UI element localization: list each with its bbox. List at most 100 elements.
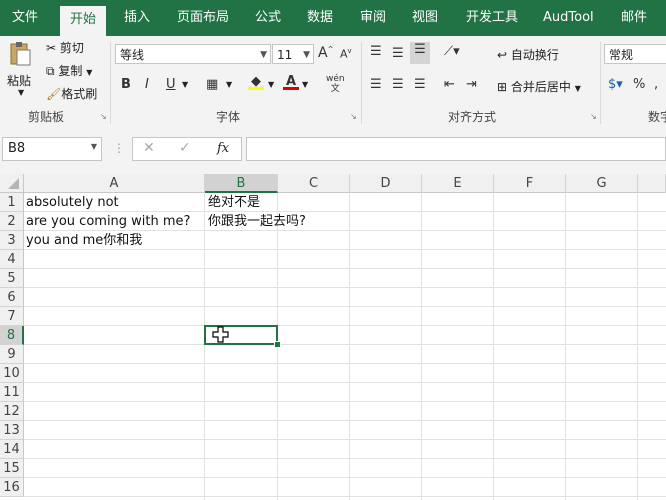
name-box[interactable]: B8 ▼ <box>2 137 102 161</box>
chevron-down-icon[interactable]: ▼ <box>91 142 97 151</box>
row-header-10[interactable]: 10 <box>0 364 24 383</box>
tab-file[interactable]: 文件 <box>12 0 38 36</box>
copy-button[interactable]: ⧉ 复制 ▼ <box>46 62 92 79</box>
tab-data[interactable]: 数据 <box>307 0 333 36</box>
tab-home[interactable]: 开始 <box>60 6 107 36</box>
fill-handle[interactable] <box>274 341 281 348</box>
row-header-7[interactable]: 7 <box>0 307 24 326</box>
align-middle-icon[interactable]: ☰ <box>392 46 404 61</box>
row-header-14[interactable]: 14 <box>0 440 24 459</box>
gridline <box>24 382 666 383</box>
select-all-button[interactable] <box>0 174 24 193</box>
font-name-combo[interactable]: 等线 ▼ <box>115 44 271 64</box>
tab-page-layout[interactable]: 页面布局 <box>177 0 229 36</box>
align-right-icon[interactable]: ☰ <box>414 77 426 92</box>
group-divider <box>600 42 601 124</box>
tab-mailings[interactable]: 邮件 <box>621 0 647 36</box>
gridline <box>24 439 666 440</box>
gridline <box>24 401 666 402</box>
gridline <box>24 496 666 497</box>
grow-font-button[interactable]: A^ <box>318 45 333 61</box>
clipboard-launcher-icon[interactable]: ↘ <box>100 112 107 121</box>
column-header-c[interactable]: C <box>278 174 350 193</box>
decrease-indent-icon[interactable]: ⇤ <box>444 77 455 92</box>
borders-icon[interactable]: ▦ <box>206 77 218 92</box>
column-header-a[interactable]: A <box>24 174 205 193</box>
enter-icon[interactable]: ✓ <box>179 140 191 156</box>
phonetic-guide-button[interactable]: wén 文 <box>326 74 345 94</box>
number-format-combo[interactable]: 常规 <box>604 44 666 64</box>
gridline <box>493 193 494 500</box>
row-header-15[interactable]: 15 <box>0 459 24 478</box>
column-header-h[interactable] <box>638 174 666 193</box>
alignment-launcher-icon[interactable]: ↘ <box>590 112 597 121</box>
font-size-combo[interactable]: 11 ▼ <box>272 44 314 64</box>
row-header-6[interactable]: 6 <box>0 288 24 307</box>
underline-dropdown-icon[interactable]: ▼ <box>182 80 188 89</box>
italic-button[interactable]: I <box>145 77 149 92</box>
cell-a3[interactable]: you and me你和我 <box>24 231 142 250</box>
merge-center-button[interactable]: ⊞ 合并后居中 ▼ <box>497 78 581 95</box>
cell-a1[interactable]: absolutely not <box>24 193 119 212</box>
align-bottom-icon[interactable]: ☰ <box>410 42 430 64</box>
paste-dropdown-icon[interactable]: ▼ <box>18 88 24 97</box>
fill-color-icon[interactable]: ◆ <box>248 74 264 90</box>
percent-button[interactable]: % <box>633 77 645 92</box>
column-header-b[interactable]: B <box>205 174 278 193</box>
tab-formulas[interactable]: 公式 <box>255 0 281 36</box>
cell-a2[interactable]: are you coming with me? <box>24 212 190 231</box>
fill-color-dropdown-icon[interactable]: ▼ <box>268 80 274 89</box>
tab-developer[interactable]: 开发工具 <box>466 0 518 36</box>
align-center-icon[interactable]: ☰ <box>392 77 404 92</box>
insert-function-button[interactable]: fx <box>217 141 229 156</box>
shrink-font-button[interactable]: Av <box>340 47 352 61</box>
font-launcher-icon[interactable]: ↘ <box>350 112 357 121</box>
comma-style-icon[interactable]: , <box>654 77 658 92</box>
row-header-9[interactable]: 9 <box>0 345 24 364</box>
borders-dropdown-icon[interactable]: ▼ <box>226 80 232 89</box>
column-header-e[interactable]: E <box>422 174 494 193</box>
gridline <box>24 306 666 307</box>
underline-button[interactable]: U <box>166 77 176 92</box>
bold-button[interactable]: B <box>121 77 131 92</box>
paste-icon[interactable] <box>8 40 32 68</box>
tab-view[interactable]: 视图 <box>412 0 438 36</box>
row-header-5[interactable]: 5 <box>0 269 24 288</box>
cut-button[interactable]: ✂ 剪切 <box>46 39 84 56</box>
column-header-g[interactable]: G <box>566 174 638 193</box>
tab-audtool[interactable]: AudTool <box>543 0 594 36</box>
row-header-12[interactable]: 12 <box>0 402 24 421</box>
accounting-format-icon[interactable]: $▾ <box>608 77 623 92</box>
align-left-icon[interactable]: ☰ <box>370 77 382 92</box>
brush-icon: 🖌 <box>46 87 62 101</box>
column-header-f[interactable]: F <box>494 174 566 193</box>
format-painter-button[interactable]: 🖌格式刷 <box>46 85 97 102</box>
column-header-d[interactable]: D <box>350 174 422 193</box>
formula-input[interactable] <box>246 137 666 161</box>
tab-review[interactable]: 审阅 <box>360 0 386 36</box>
font-color-dropdown-icon[interactable]: ▼ <box>302 80 308 89</box>
row-header-8[interactable]: 8 <box>0 326 24 345</box>
align-top-icon[interactable]: ☰ <box>370 44 382 59</box>
wrap-text-button[interactable]: ↩ 自动换行 <box>497 46 559 63</box>
increase-indent-icon[interactable]: ⇥ <box>466 77 477 92</box>
row-header-2[interactable]: 2 <box>0 212 24 231</box>
row-header-11[interactable]: 11 <box>0 383 24 402</box>
gridline <box>24 458 666 459</box>
cancel-icon[interactable]: ✕ <box>143 140 155 156</box>
paste-button[interactable]: 粘贴 <box>7 72 31 89</box>
cell-b1[interactable]: 绝对不是 <box>206 193 260 212</box>
gridline <box>24 344 666 345</box>
tab-insert[interactable]: 插入 <box>124 0 150 36</box>
row-header-4[interactable]: 4 <box>0 250 24 269</box>
gridline <box>24 363 666 364</box>
drag-handle-icon[interactable]: ⋮ <box>113 141 125 155</box>
font-color-icon[interactable]: A <box>283 74 299 90</box>
cell-b2[interactable]: 你跟我一起去吗? <box>206 212 306 231</box>
merge-icon: ⊞ <box>497 80 508 94</box>
row-header-1[interactable]: 1 <box>0 193 24 212</box>
row-header-16[interactable]: 16 <box>0 478 24 497</box>
orientation-icon[interactable]: ⟋▾ <box>444 44 460 59</box>
row-header-3[interactable]: 3 <box>0 231 24 250</box>
row-header-13[interactable]: 13 <box>0 421 24 440</box>
